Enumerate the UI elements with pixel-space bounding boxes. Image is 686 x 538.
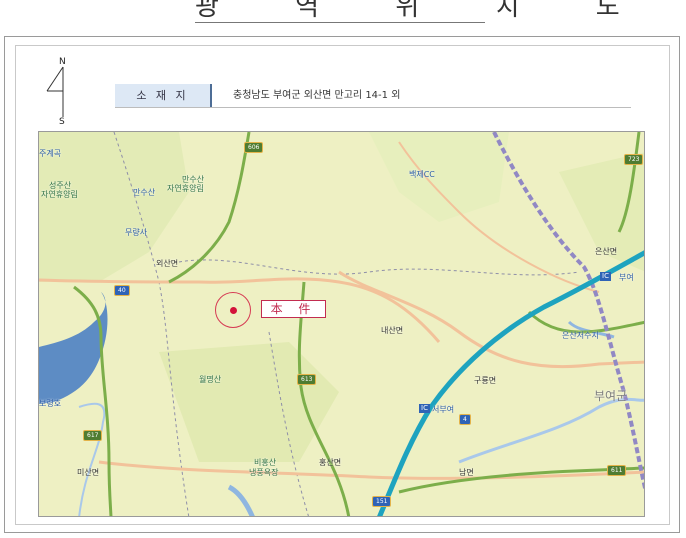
route-shield: 613 bbox=[297, 374, 317, 385]
north-label: N bbox=[59, 57, 66, 67]
place-label: 내산면 bbox=[381, 326, 404, 335]
site-highlight-label: 本 件 bbox=[261, 300, 326, 318]
place-label: 홍산면 bbox=[319, 458, 342, 467]
location-divider bbox=[115, 107, 631, 108]
route-shield: 40 bbox=[114, 285, 130, 296]
location-label: 소 재 지 bbox=[115, 84, 212, 107]
map-terrain bbox=[39, 132, 644, 516]
place-label: 월명산 bbox=[199, 375, 222, 384]
regional-location-map: 606 723 613 617 611 151 4 40 IC IC 주계곡 성… bbox=[38, 131, 645, 517]
route-shield: 617 bbox=[83, 430, 103, 441]
place-label: 부여 bbox=[619, 273, 634, 282]
location-row: 소 재 지 충청남도 부여군 외산면 만고리 14-1 외 bbox=[115, 84, 631, 108]
place-label: 미산면 bbox=[77, 468, 100, 477]
place-label: 서부여 bbox=[432, 405, 455, 414]
site-location-marker bbox=[230, 307, 237, 314]
place-label: 외산면 bbox=[156, 259, 179, 268]
route-shield: 723 bbox=[624, 154, 644, 165]
interchange-badge: IC bbox=[419, 404, 430, 413]
place-label: 남면 bbox=[459, 468, 474, 477]
south-label: S bbox=[59, 117, 65, 127]
route-shield: 151 bbox=[372, 496, 392, 507]
page-title: 광 역 위 치 도 bbox=[195, 0, 620, 23]
place-label: 자연휴양림 bbox=[41, 190, 78, 199]
interchange-badge: IC bbox=[600, 272, 611, 281]
location-value: 충청남도 부여군 외산면 만고리 14-1 외 bbox=[233, 90, 401, 101]
place-label: 만수산 bbox=[133, 188, 156, 197]
place-label: 백제CC bbox=[409, 170, 435, 179]
place-label: 주계곡 bbox=[39, 149, 62, 158]
north-arrow-icon: N S bbox=[44, 57, 74, 127]
place-label: 구룡면 bbox=[474, 376, 497, 385]
place-label: 보령호 bbox=[39, 399, 62, 408]
route-shield: 611 bbox=[607, 465, 627, 476]
place-label: 냉풍욕장 bbox=[249, 468, 279, 477]
route-shield: 606 bbox=[244, 142, 264, 153]
place-label: 은산면 bbox=[595, 247, 618, 256]
region-label: 부여군 bbox=[594, 389, 628, 403]
place-label: 자연휴양림 bbox=[167, 184, 204, 193]
route-shield: 4 bbox=[459, 414, 471, 425]
place-label: 무량사 bbox=[125, 228, 148, 237]
place-label: 은산저수지 bbox=[562, 331, 599, 340]
